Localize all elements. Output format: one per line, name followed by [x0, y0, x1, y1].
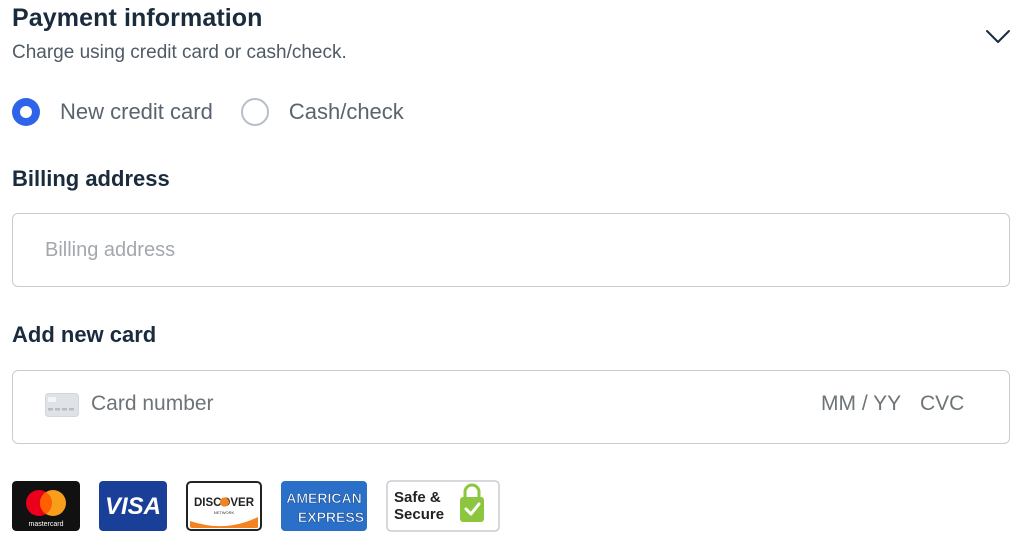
chevron-down-icon[interactable]: [984, 22, 1012, 50]
radio-button-unchecked[interactable]: [240, 98, 269, 126]
billing-address-input[interactable]: [13, 214, 1009, 286]
visa-wordmark: VISA: [105, 493, 161, 520]
add-new-card-label: Add new card: [12, 322, 157, 347]
card-input-field[interactable]: Card number MM / YY CVC: [12, 370, 1010, 444]
secure-text: Secure: [394, 506, 444, 523]
visa-logo: VISA: [99, 481, 167, 531]
card-cvc-input[interactable]: CVC: [920, 392, 964, 416]
payment-method-group: New credit card Cash/check: [12, 98, 404, 126]
radio-label-new-credit-card: New credit card: [60, 99, 213, 124]
billing-address-label: Billing address: [12, 166, 170, 191]
safe-text: Safe &: [394, 489, 441, 506]
radio-option-cash-check[interactable]: Cash/check: [240, 98, 404, 126]
credit-card-icon: [45, 393, 79, 417]
card-expiry-input[interactable]: MM / YY: [821, 392, 901, 416]
amex-logo: AMERICAN EXPRESS: [281, 481, 367, 531]
radio-label-cash-check: Cash/check: [288, 99, 404, 124]
amex-wordmark-bottom: EXPRESS: [298, 509, 364, 525]
accepted-cards-row: mastercard VISA DISCOVER NETWORK AMERICA…: [12, 480, 519, 532]
discover-logo: DISCOVER NETWORK: [186, 481, 262, 531]
card-number-input[interactable]: Card number: [91, 392, 214, 416]
mastercard-logo: mastercard: [12, 481, 80, 531]
amex-wordmark-top: AMERICAN: [286, 490, 361, 506]
section-subtitle: Charge using credit card or cash/check.: [12, 42, 347, 63]
discover-network-text: NETWORK: [214, 510, 235, 515]
billing-address-field: [12, 213, 1010, 287]
radio-button-checked[interactable]: [12, 98, 40, 126]
mastercard-wordmark: mastercard: [28, 521, 63, 528]
radio-option-new-credit-card[interactable]: New credit card: [12, 98, 213, 126]
safe-secure-badge: Safe & Secure: [386, 480, 500, 532]
section-title: Payment information: [12, 4, 263, 32]
